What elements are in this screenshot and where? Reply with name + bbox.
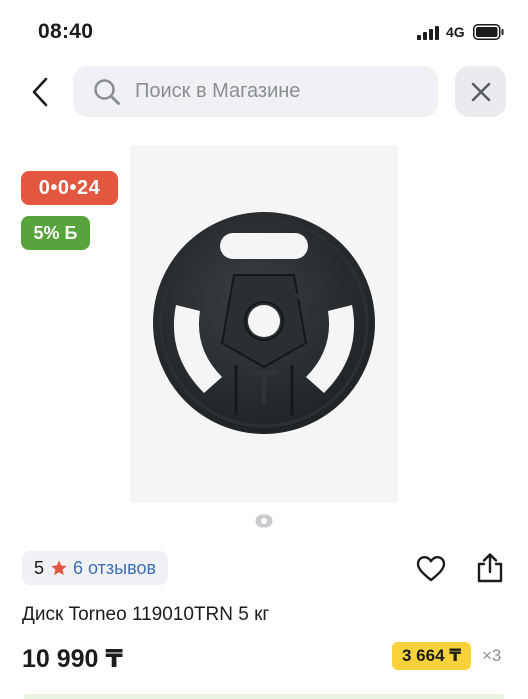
bottom-banner-edge: [24, 694, 504, 699]
reviews-link[interactable]: 6 отзывов: [73, 558, 156, 579]
status-time: 08:40: [38, 20, 94, 43]
product-price: 10 990 ₸: [22, 645, 123, 673]
product-title: Диск Torneo 119010TRN 5 кг: [22, 604, 270, 625]
star-icon: [50, 559, 68, 577]
timer-badge: 0•0•24: [21, 171, 118, 205]
search-icon: [93, 78, 121, 106]
rating-value: 5: [34, 557, 45, 578]
close-icon: [471, 82, 490, 101]
close-button[interactable]: [455, 66, 506, 117]
search-input[interactable]: [135, 80, 415, 103]
search-row: [0, 66, 528, 118]
chevron-left-icon: [32, 77, 48, 107]
heart-icon: [416, 556, 446, 582]
rating-chip[interactable]: 5 6 отзывов: [22, 551, 169, 585]
product-image[interactable]: 5.0 KG: [130, 145, 398, 503]
gallery-page-indicator: [255, 514, 273, 528]
battery-icon: [473, 24, 504, 40]
bonus-badge: 5% Б: [21, 216, 90, 250]
installment-badge[interactable]: 3 664 ₸: [392, 642, 472, 670]
weight-plate-image: 5.0 KG: [153, 212, 375, 434]
share-icon: [477, 553, 503, 583]
network-type: 4G: [446, 24, 465, 40]
signal-icon: [417, 26, 439, 40]
back-button[interactable]: [24, 76, 56, 108]
status-bar: 08:40 4G: [0, 0, 528, 62]
search-box[interactable]: [73, 66, 438, 117]
share-button[interactable]: [474, 551, 506, 585]
favorite-button[interactable]: [415, 553, 447, 585]
installment-multiplier: ×3: [482, 646, 502, 665]
